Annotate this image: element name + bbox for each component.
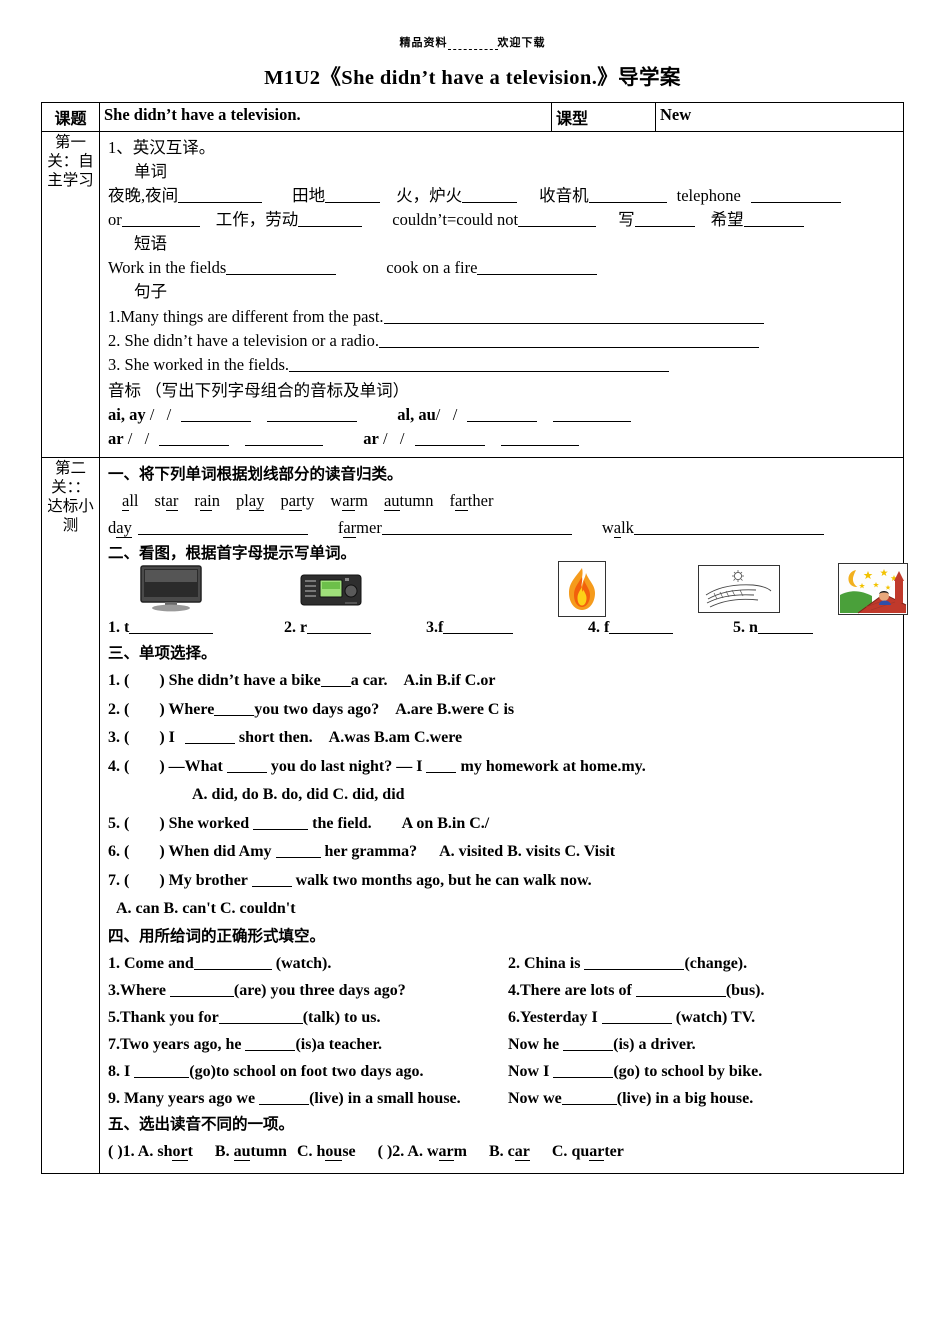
- night-icon: [838, 563, 908, 620]
- ex3-item-7-options: A. can B. can't C. couldn't: [116, 900, 296, 918]
- letter-group-ar-2: ar: [363, 428, 379, 448]
- word-item: farther: [449, 491, 494, 512]
- ex5-items: ( )1. A. short B. autumn C. house ( )2. A. …: [108, 1138, 897, 1166]
- ex3-item-6: 6. () When did Amy her gramma? A. visited…: [108, 843, 616, 861]
- ex2-answer-line: 1. t 2. r 3.f 4. f 5. n: [108, 619, 897, 641]
- word-hope: 希望: [710, 210, 744, 230]
- ex4-row-6: 9. Many years ago we (live) in a small h…: [108, 1090, 754, 1108]
- s1-phonetics-heading: 音标 （写出下列字母组合的音标及单词）: [108, 380, 410, 400]
- ex4-row-4: 7.Two years ago, he (is)a teacher. Now h…: [108, 1036, 696, 1054]
- watermark-right: 欢迎下载: [497, 37, 546, 49]
- section-one-label: 第一关：自主学习: [41, 130, 100, 459]
- s1-words-line1: 夜晚,夜间 田地 火，炉火 收音机 telephone: [108, 184, 897, 208]
- word-write: 写: [618, 210, 635, 230]
- ex2-heading: 二、看图，根据首字母提示写单词。: [108, 545, 357, 563]
- sentence-text: 2. She didn’t have a television or a rad…: [108, 330, 379, 350]
- word-item: star: [154, 491, 179, 512]
- ex3-item-1: 1. () She didn’t have a bike a car. A.in B…: [108, 672, 496, 690]
- fields-icon: [698, 565, 780, 618]
- ex1-heading: 一、将下列单词根据划线部分的读音归类。: [108, 466, 403, 484]
- ex2-item-2: 2. r: [284, 619, 372, 637]
- section-one-row: 第一关：自主学习 1、英汉互译。 单词 夜晚,夜间 田地 火，炉火 收音机 teleph…: [41, 130, 904, 459]
- ex2-heading-row: 二、看图，根据首字母提示写单词。: [108, 541, 897, 563]
- letter-group-ai-ay: ai, ay: [108, 404, 146, 424]
- s1-subhead-sentences: 句子: [134, 282, 167, 302]
- ex4-heading: 四、用所给词的正确形式填空。: [108, 927, 326, 945]
- s1-subhead-words: 单词: [134, 162, 167, 182]
- s1-sentence-2: 2. She didn’t have a television or a rad…: [108, 329, 897, 353]
- section-two-body: 一、将下列单词根据划线部分的读音归类。 all star rain play party…: [99, 457, 908, 1174]
- ex2-item-3: 3.f: [426, 619, 514, 637]
- section-two-label: 第二关：：达标小测: [41, 457, 100, 1174]
- word-fire: 火，炉火: [396, 186, 463, 206]
- worksheet-page: 精品资料 欢迎下载 M1U2《She didn’t have a televis…: [0, 0, 945, 1337]
- label-lesson-type: 课型: [551, 102, 656, 132]
- s1-words-line2: or 工作，劳动 couldn’t=could not 写 希望: [108, 208, 897, 232]
- ex3-item-4: 4. () —What you do last night? — I my ho…: [108, 757, 646, 775]
- word-couldnt: couldn’t=could not: [392, 210, 519, 230]
- ex5-q1: ( )1. A. short B. autumn C. house: [108, 1143, 356, 1162]
- fire-icon: [558, 561, 606, 622]
- word-or: or: [108, 210, 122, 230]
- ex5-q2: ( )2. A. warm B. car C. quarter: [377, 1143, 624, 1162]
- ex3-item-7: 7. () My brother walk two months ago, bu…: [108, 871, 592, 889]
- ex4-row-3: 5.Thank you for (talk) to us. 6.Yesterday…: [108, 1009, 756, 1027]
- s1-sentence-3: 3. She worked in the fields.: [108, 353, 897, 377]
- category-walk: walk: [601, 517, 634, 538]
- letter-group-ar-1: ar: [108, 428, 124, 448]
- word-telephone: telephone: [676, 186, 741, 206]
- s1-phonetics-row-1: ai, ay / / al, au/ /: [108, 403, 897, 427]
- ex1-categories: day farmer walk: [108, 515, 897, 541]
- page-title: M1U2《She didn’t have a television.》导学案: [264, 67, 681, 89]
- word-night: 夜晚,夜间: [108, 186, 179, 206]
- word-item: play: [236, 491, 265, 512]
- word-field: 田地: [292, 186, 326, 206]
- sentence-text: 3. She worked in the fields.: [108, 354, 290, 374]
- word-item: autumn: [383, 491, 434, 512]
- ex2-item-1: 1. t: [108, 619, 214, 637]
- category-farmer: farmer: [337, 517, 382, 538]
- watermark-left: 精品资料: [399, 37, 448, 49]
- radio-icon: [298, 567, 364, 616]
- ex4-row-5: 8. I (go)to school on foot two days ago.…: [108, 1063, 763, 1081]
- ex5-heading: 五、选出读音不同的一项。: [108, 1116, 295, 1134]
- ex3-item-5: 5. () She worked the field. A on B.in C./: [108, 814, 490, 832]
- ex4-row-1: 1. Come and (watch). 2. China is (change…: [108, 955, 748, 973]
- ex2-item-5: 5. n: [733, 619, 813, 637]
- word-item: rain: [194, 491, 221, 512]
- sentence-text: 1.Many things are different from the pas…: [108, 306, 384, 326]
- ex3-item-2: 2. () Where you two days ago? A.are B.were…: [108, 700, 515, 718]
- ex1-word-bank: all star rain play party warm autumn farther: [108, 488, 897, 514]
- ex2-picture-strip: [108, 561, 908, 622]
- phrase-work-in-the-fields: Work in the fields: [108, 258, 227, 278]
- word-item: party: [280, 491, 315, 512]
- s1-heading: 1、英汉互译。: [108, 138, 216, 157]
- word-radio: 收音机: [539, 186, 589, 206]
- value-topic: She didn’t have a television.: [99, 102, 552, 132]
- word-work: 工作，劳动: [215, 210, 299, 230]
- ex3-item-4-options: A. did, do B. do, did C. did, did: [192, 786, 405, 804]
- letter-group-al-au: al, au: [397, 404, 436, 424]
- value-lesson-type: New: [655, 102, 904, 132]
- ex3-item-3: 3. () I short then. A.was B.am C.were: [108, 729, 463, 747]
- word-item: warm: [330, 491, 368, 512]
- s1-sentence-1: 1.Many things are different from the pas…: [108, 305, 897, 329]
- phrase-cook-on-a-fire: cook on a fire: [386, 258, 478, 278]
- ex4-row-2: 3.Where (are) you three days ago? 4.Ther…: [108, 982, 765, 1000]
- category-day: day: [108, 517, 132, 538]
- s1-phonetics-row-2: ar / / ar / /: [108, 427, 897, 451]
- word-item: all: [122, 491, 139, 512]
- worksheet-table: 课题 She didn’t have a television. 课型 New …: [41, 102, 908, 1174]
- ex3-heading: 三、单项选择。: [108, 645, 217, 663]
- label-topic: 课题: [41, 102, 100, 132]
- ex2-item-4: 4. f: [588, 619, 674, 637]
- section-one-body: 1、英汉互译。 单词 夜晚,夜间 田地 火，炉火 收音机 telephone or 工作，…: [99, 130, 904, 459]
- page-watermark: 精品资料 欢迎下载: [0, 0, 945, 50]
- s1-subhead-phrases: 短语: [134, 234, 167, 254]
- television-icon: [138, 563, 204, 618]
- section-two-row: 第二关：：达标小测 一、将下列单词根据划线部分的读音归类。 all star rai…: [41, 457, 908, 1174]
- s1-phrases-line: Work in the fields cook on a fire: [108, 256, 897, 280]
- table-header-row: 课题 She didn’t have a television. 课型 New: [41, 102, 904, 132]
